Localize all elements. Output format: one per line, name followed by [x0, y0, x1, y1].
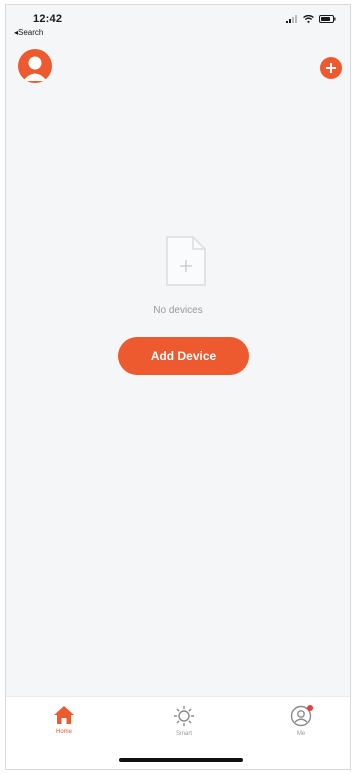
- user-avatar-button[interactable]: [18, 49, 52, 83]
- notification-badge: [307, 705, 313, 711]
- user-avatar-icon: [23, 56, 47, 81]
- back-to-search-link[interactable]: ◂Search: [14, 28, 43, 37]
- sun-icon: [173, 705, 195, 727]
- empty-state-message: No devices: [153, 305, 203, 316]
- blank-document-plus-icon: [166, 236, 206, 286]
- app-screen: 12:42 ◂Search No devices Add Device Home…: [5, 4, 351, 770]
- add-device-button[interactable]: Add Device: [118, 337, 249, 375]
- bottom-tab-bar: Home Smart Me: [6, 696, 350, 769]
- wifi-icon: [303, 15, 314, 23]
- home-icon: [54, 706, 74, 724]
- tab-smart-label: Smart: [175, 731, 192, 737]
- battery-icon: [319, 15, 336, 23]
- tab-home-label: Home: [55, 729, 72, 735]
- tab-me[interactable]: Me: [271, 705, 331, 737]
- cellular-signal-icon: [286, 15, 297, 23]
- tab-me-label: Me: [296, 731, 306, 737]
- status-bar: 12:42 ◂Search: [6, 5, 350, 45]
- tab-smart[interactable]: Smart: [154, 705, 214, 737]
- tab-home[interactable]: Home: [34, 705, 94, 735]
- status-icons: [286, 15, 336, 23]
- status-time: 12:42: [33, 13, 63, 25]
- home-indicator: [119, 758, 243, 762]
- add-device-header-button[interactable]: [320, 57, 342, 79]
